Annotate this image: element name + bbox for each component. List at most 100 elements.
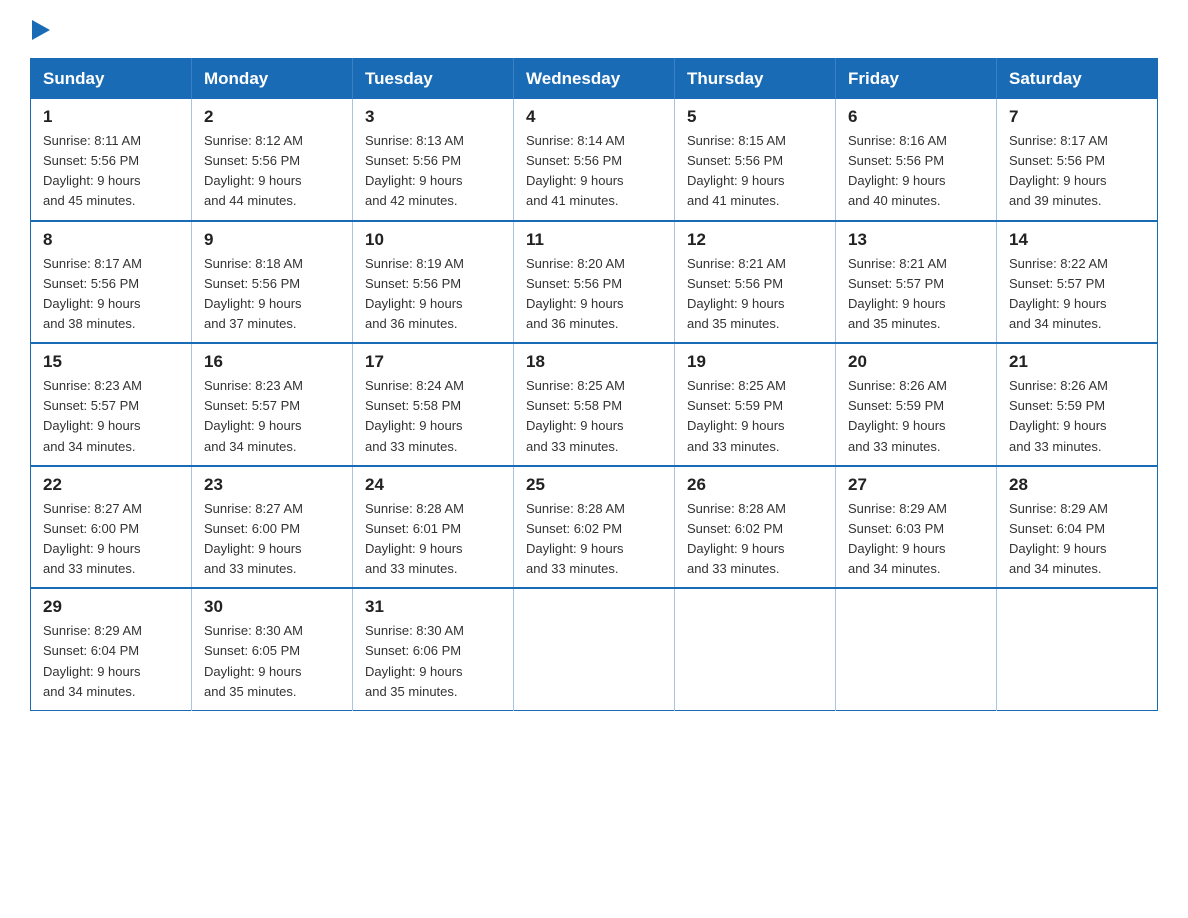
day-cell: 20 Sunrise: 8:26 AMSunset: 5:59 PMDaylig…: [836, 343, 997, 466]
day-info: Sunrise: 8:21 AMSunset: 5:57 PMDaylight:…: [848, 256, 947, 331]
day-number: 23: [204, 475, 340, 495]
day-cell: 27 Sunrise: 8:29 AMSunset: 6:03 PMDaylig…: [836, 466, 997, 589]
day-cell: 21 Sunrise: 8:26 AMSunset: 5:59 PMDaylig…: [997, 343, 1158, 466]
week-row-3: 15 Sunrise: 8:23 AMSunset: 5:57 PMDaylig…: [31, 343, 1158, 466]
day-info: Sunrise: 8:16 AMSunset: 5:56 PMDaylight:…: [848, 133, 947, 208]
day-cell: 14 Sunrise: 8:22 AMSunset: 5:57 PMDaylig…: [997, 221, 1158, 344]
day-number: 30: [204, 597, 340, 617]
day-cell: 8 Sunrise: 8:17 AMSunset: 5:56 PMDayligh…: [31, 221, 192, 344]
day-info: Sunrise: 8:15 AMSunset: 5:56 PMDaylight:…: [687, 133, 786, 208]
day-cell: 13 Sunrise: 8:21 AMSunset: 5:57 PMDaylig…: [836, 221, 997, 344]
day-info: Sunrise: 8:30 AMSunset: 6:06 PMDaylight:…: [365, 623, 464, 698]
day-number: 14: [1009, 230, 1145, 250]
day-info: Sunrise: 8:27 AMSunset: 6:00 PMDaylight:…: [204, 501, 303, 576]
day-number: 3: [365, 107, 501, 127]
week-row-2: 8 Sunrise: 8:17 AMSunset: 5:56 PMDayligh…: [31, 221, 1158, 344]
day-cell: [514, 588, 675, 710]
day-cell: [997, 588, 1158, 710]
day-number: 28: [1009, 475, 1145, 495]
day-number: 15: [43, 352, 179, 372]
day-info: Sunrise: 8:14 AMSunset: 5:56 PMDaylight:…: [526, 133, 625, 208]
column-header-sunday: Sunday: [31, 59, 192, 100]
calendar-header-row: SundayMondayTuesdayWednesdayThursdayFrid…: [31, 59, 1158, 100]
day-cell: [836, 588, 997, 710]
day-cell: 2 Sunrise: 8:12 AMSunset: 5:56 PMDayligh…: [192, 99, 353, 221]
column-header-friday: Friday: [836, 59, 997, 100]
day-cell: 30 Sunrise: 8:30 AMSunset: 6:05 PMDaylig…: [192, 588, 353, 710]
day-number: 22: [43, 475, 179, 495]
day-number: 1: [43, 107, 179, 127]
day-number: 7: [1009, 107, 1145, 127]
day-cell: 29 Sunrise: 8:29 AMSunset: 6:04 PMDaylig…: [31, 588, 192, 710]
day-info: Sunrise: 8:25 AMSunset: 5:59 PMDaylight:…: [687, 378, 786, 453]
day-cell: 26 Sunrise: 8:28 AMSunset: 6:02 PMDaylig…: [675, 466, 836, 589]
day-info: Sunrise: 8:11 AMSunset: 5:56 PMDaylight:…: [43, 133, 141, 208]
day-info: Sunrise: 8:17 AMSunset: 5:56 PMDaylight:…: [1009, 133, 1108, 208]
day-cell: 25 Sunrise: 8:28 AMSunset: 6:02 PMDaylig…: [514, 466, 675, 589]
day-number: 17: [365, 352, 501, 372]
day-number: 11: [526, 230, 662, 250]
column-header-tuesday: Tuesday: [353, 59, 514, 100]
day-number: 29: [43, 597, 179, 617]
day-cell: 24 Sunrise: 8:28 AMSunset: 6:01 PMDaylig…: [353, 466, 514, 589]
day-info: Sunrise: 8:29 AMSunset: 6:04 PMDaylight:…: [1009, 501, 1108, 576]
day-number: 9: [204, 230, 340, 250]
week-row-1: 1 Sunrise: 8:11 AMSunset: 5:56 PMDayligh…: [31, 99, 1158, 221]
day-cell: 1 Sunrise: 8:11 AMSunset: 5:56 PMDayligh…: [31, 99, 192, 221]
day-info: Sunrise: 8:27 AMSunset: 6:00 PMDaylight:…: [43, 501, 142, 576]
day-info: Sunrise: 8:19 AMSunset: 5:56 PMDaylight:…: [365, 256, 464, 331]
day-cell: 22 Sunrise: 8:27 AMSunset: 6:00 PMDaylig…: [31, 466, 192, 589]
day-cell: 17 Sunrise: 8:24 AMSunset: 5:58 PMDaylig…: [353, 343, 514, 466]
day-number: 18: [526, 352, 662, 372]
day-cell: 6 Sunrise: 8:16 AMSunset: 5:56 PMDayligh…: [836, 99, 997, 221]
day-cell: 10 Sunrise: 8:19 AMSunset: 5:56 PMDaylig…: [353, 221, 514, 344]
day-number: 8: [43, 230, 179, 250]
column-header-wednesday: Wednesday: [514, 59, 675, 100]
day-cell: 31 Sunrise: 8:30 AMSunset: 6:06 PMDaylig…: [353, 588, 514, 710]
day-info: Sunrise: 8:26 AMSunset: 5:59 PMDaylight:…: [848, 378, 947, 453]
day-info: Sunrise: 8:23 AMSunset: 5:57 PMDaylight:…: [204, 378, 303, 453]
day-number: 6: [848, 107, 984, 127]
day-cell: [675, 588, 836, 710]
logo: [30, 20, 50, 40]
logo-arrow-icon: [32, 20, 50, 40]
day-number: 26: [687, 475, 823, 495]
day-number: 2: [204, 107, 340, 127]
day-info: Sunrise: 8:28 AMSunset: 6:02 PMDaylight:…: [526, 501, 625, 576]
day-cell: 4 Sunrise: 8:14 AMSunset: 5:56 PMDayligh…: [514, 99, 675, 221]
day-info: Sunrise: 8:30 AMSunset: 6:05 PMDaylight:…: [204, 623, 303, 698]
day-info: Sunrise: 8:17 AMSunset: 5:56 PMDaylight:…: [43, 256, 142, 331]
day-number: 12: [687, 230, 823, 250]
day-info: Sunrise: 8:29 AMSunset: 6:03 PMDaylight:…: [848, 501, 947, 576]
day-info: Sunrise: 8:23 AMSunset: 5:57 PMDaylight:…: [43, 378, 142, 453]
day-cell: 5 Sunrise: 8:15 AMSunset: 5:56 PMDayligh…: [675, 99, 836, 221]
day-number: 13: [848, 230, 984, 250]
day-cell: 3 Sunrise: 8:13 AMSunset: 5:56 PMDayligh…: [353, 99, 514, 221]
day-number: 5: [687, 107, 823, 127]
day-cell: 12 Sunrise: 8:21 AMSunset: 5:56 PMDaylig…: [675, 221, 836, 344]
day-number: 27: [848, 475, 984, 495]
day-info: Sunrise: 8:18 AMSunset: 5:56 PMDaylight:…: [204, 256, 303, 331]
day-cell: 28 Sunrise: 8:29 AMSunset: 6:04 PMDaylig…: [997, 466, 1158, 589]
calendar-table: SundayMondayTuesdayWednesdayThursdayFrid…: [30, 58, 1158, 711]
day-cell: 7 Sunrise: 8:17 AMSunset: 5:56 PMDayligh…: [997, 99, 1158, 221]
page-header: [30, 20, 1158, 40]
day-info: Sunrise: 8:13 AMSunset: 5:56 PMDaylight:…: [365, 133, 464, 208]
day-cell: 23 Sunrise: 8:27 AMSunset: 6:00 PMDaylig…: [192, 466, 353, 589]
day-info: Sunrise: 8:21 AMSunset: 5:56 PMDaylight:…: [687, 256, 786, 331]
day-number: 20: [848, 352, 984, 372]
day-number: 31: [365, 597, 501, 617]
day-info: Sunrise: 8:28 AMSunset: 6:02 PMDaylight:…: [687, 501, 786, 576]
day-cell: 16 Sunrise: 8:23 AMSunset: 5:57 PMDaylig…: [192, 343, 353, 466]
day-info: Sunrise: 8:22 AMSunset: 5:57 PMDaylight:…: [1009, 256, 1108, 331]
week-row-5: 29 Sunrise: 8:29 AMSunset: 6:04 PMDaylig…: [31, 588, 1158, 710]
day-number: 24: [365, 475, 501, 495]
day-info: Sunrise: 8:25 AMSunset: 5:58 PMDaylight:…: [526, 378, 625, 453]
day-number: 4: [526, 107, 662, 127]
day-info: Sunrise: 8:26 AMSunset: 5:59 PMDaylight:…: [1009, 378, 1108, 453]
day-number: 19: [687, 352, 823, 372]
day-number: 10: [365, 230, 501, 250]
day-info: Sunrise: 8:20 AMSunset: 5:56 PMDaylight:…: [526, 256, 625, 331]
day-cell: 18 Sunrise: 8:25 AMSunset: 5:58 PMDaylig…: [514, 343, 675, 466]
day-cell: 15 Sunrise: 8:23 AMSunset: 5:57 PMDaylig…: [31, 343, 192, 466]
